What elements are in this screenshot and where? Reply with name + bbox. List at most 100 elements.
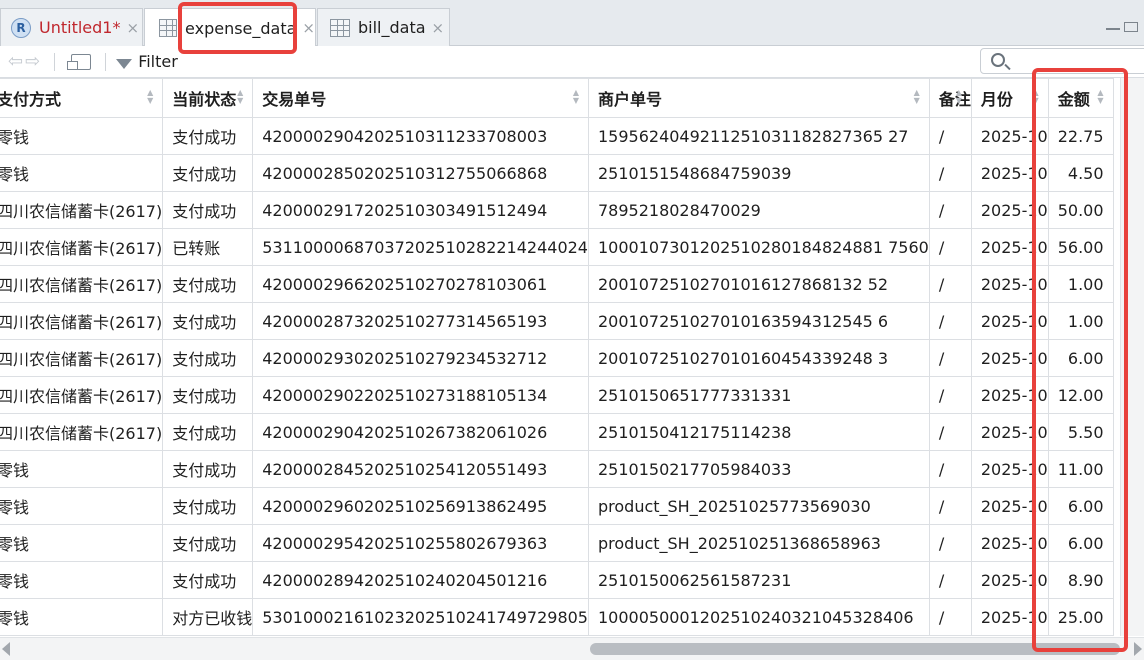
table-cell: 50.00 [1047,191,1114,229]
table-cell: 四川农信储蓄卡(2617) [0,228,164,266]
table-row[interactable]: 零钱 支付成功 4200002845202510254120551493 251015… [0,450,1114,488]
table-cell: 4200002873202510277314565193 [252,302,589,340]
close-icon[interactable]: × [302,19,315,37]
close-icon[interactable]: × [126,19,139,37]
table-cell: 22.75 [1047,117,1114,155]
table-cell: 2025-10 [970,191,1049,229]
horizontal-scrollbar[interactable] [0,637,1144,660]
table-row[interactable]: 四川农信储蓄卡(2617) 支付成功 42000028732025102773145… [0,302,1114,340]
table-cell: 支付成功 [162,487,254,525]
table-cell: 4200002904202510267382061026 [252,413,589,451]
table-cell: 四川农信储蓄卡(2617) [0,413,164,451]
table-cell: / [928,598,972,636]
table-cell: 四川农信储蓄卡(2617) [0,339,164,377]
tab-bill-data[interactable]: bill_data × [317,8,450,46]
filter-button[interactable]: Filter [116,52,178,71]
toolbar-divider [105,52,107,71]
column-header-label: 金额 [1057,90,1090,109]
vertical-scrollbar[interactable] [1120,78,1144,636]
r-script-icon: R [11,17,31,38]
tab-untitled1[interactable]: R Untitled1* × [0,8,143,46]
column-header[interactable]: 金额 ▲ ▼ [1047,78,1114,118]
table-cell: 支付成功 [162,561,254,599]
table-cell: 2510151548684759039 [587,154,930,192]
scrollbar-thumb[interactable] [590,643,1120,655]
column-header[interactable]: 当前状态 ▲ ▼ [162,78,254,118]
scroll-left-icon[interactable] [2,642,10,656]
search-input[interactable] [980,48,1144,74]
column-header-label: 交易单号 [262,90,327,109]
filter-label: Filter [138,52,178,71]
table-row[interactable]: 四川农信储蓄卡(2617) 支付成功 42000029662025102702781… [0,265,1114,303]
scroll-right-icon[interactable] [1134,642,1142,656]
table-row[interactable]: 四川农信储蓄卡(2617) 支付成功 42000029042025102673820… [0,413,1114,451]
table-row[interactable]: 四川农信储蓄卡(2617) 支付成功 42000029302025102792345… [0,339,1114,377]
table-cell: 12.00 [1047,376,1114,414]
data-grid-icon [330,18,350,37]
table-cell: 2025-10 [970,561,1049,599]
table-row[interactable]: 零钱 支付成功 4200002850202510312755066868 251015… [0,154,1114,192]
column-header-label: 支付方式 [0,90,62,109]
table-cell: 支付成功 [162,154,254,192]
table-cell: product_SH_20251025773569030 [587,487,930,525]
tab-expense-data[interactable]: expense_data × [144,8,316,47]
show-in-new-window-icon[interactable] [67,53,92,70]
table-cell: 支付成功 [162,302,254,340]
table-row[interactable]: 四川农信储蓄卡(2617) 已转账 531100006870372025102822… [0,228,1114,266]
sort-icon[interactable]: ▲ ▼ [1033,89,1039,105]
maximize-icon[interactable] [1124,22,1138,32]
table-cell: 零钱 [0,154,164,192]
table-cell: 4200002917202510303491512494 [252,191,589,229]
table-cell: 四川农信储蓄卡(2617) [0,302,164,340]
table-cell: 零钱 [0,487,164,525]
table-cell: / [928,191,972,229]
table-cell: 已转账 [162,228,254,266]
table-cell: / [928,376,972,414]
table-cell: 4200002894202510240204501216 [252,561,589,599]
column-header[interactable]: 交易单号 ▲ ▼ [252,78,589,118]
table-row[interactable]: 四川农信储蓄卡(2617) 支付成功 42000029022025102731881… [0,376,1114,414]
table-row[interactable]: 零钱 支付成功 4200002904202510311233708003 159562… [0,117,1114,155]
table-cell: 2025-10 [970,265,1049,303]
table-cell: 6.00 [1047,487,1114,525]
table-row[interactable]: 零钱 支付成功 4200002954202510255802679363 produc… [0,524,1114,562]
minimize-icon[interactable] [1106,22,1120,30]
column-header[interactable]: 月份 ▲ ▼ [970,78,1049,118]
sort-icon[interactable]: ▲ ▼ [237,89,243,105]
table-cell: 4200002966202510270278103061 [252,265,589,303]
table-cell: 支付成功 [162,265,254,303]
column-header[interactable]: 支付方式 ▲ ▼ [0,78,164,118]
table-row[interactable]: 零钱 对方已收钱 53010002161023202510241749729805 1… [0,598,1114,636]
table-cell: 2025-10 [970,302,1049,340]
table-cell: 53110000687037202510282214244024 [252,228,589,266]
data-grid-icon [159,19,178,37]
column-header[interactable]: 商户单号 ▲ ▼ [587,78,930,118]
back-arrow-icon[interactable]: ⇦ [8,51,23,72]
sort-icon[interactable]: ▲ ▼ [914,89,920,105]
table-row[interactable]: 零钱 支付成功 4200002960202510256913862495 produc… [0,487,1114,525]
table-cell: 2510150651777331331 [587,376,930,414]
table-cell: / [928,117,972,155]
close-icon[interactable]: × [432,19,445,37]
table-cell: 1.00 [1047,265,1114,303]
sort-icon[interactable]: ▲ ▼ [956,89,962,105]
table-row[interactable]: 零钱 支付成功 4200002894202510240204501216 251015… [0,561,1114,599]
table-cell: 4200002845202510254120551493 [252,450,589,488]
column-header-label: 当前状态 [172,90,237,109]
table-cell: 4200002850202510312755066868 [252,154,589,192]
table-row[interactable]: 四川农信储蓄卡(2617) 支付成功 42000029172025103034915… [0,191,1114,229]
table-cell: 零钱 [0,598,164,636]
sort-icon[interactable]: ▲ ▼ [147,89,153,105]
table-cell: 四川农信储蓄卡(2617) [0,265,164,303]
table-cell: 1.00 [1047,302,1114,340]
table-cell: 2510150217705984033 [587,450,930,488]
column-header[interactable]: 备注 ▲ ▼ [928,78,972,118]
table-cell: 2025-10 [970,117,1049,155]
forward-arrow-icon[interactable]: ⇨ [25,51,40,72]
sort-icon[interactable]: ▲ ▼ [1097,89,1103,105]
table-cell: / [928,561,972,599]
sort-icon[interactable]: ▲ ▼ [573,89,579,105]
table-cell: 2025-10 [970,376,1049,414]
table-cell: 2510150412175114238 [587,413,930,451]
table-cell: / [928,450,972,488]
